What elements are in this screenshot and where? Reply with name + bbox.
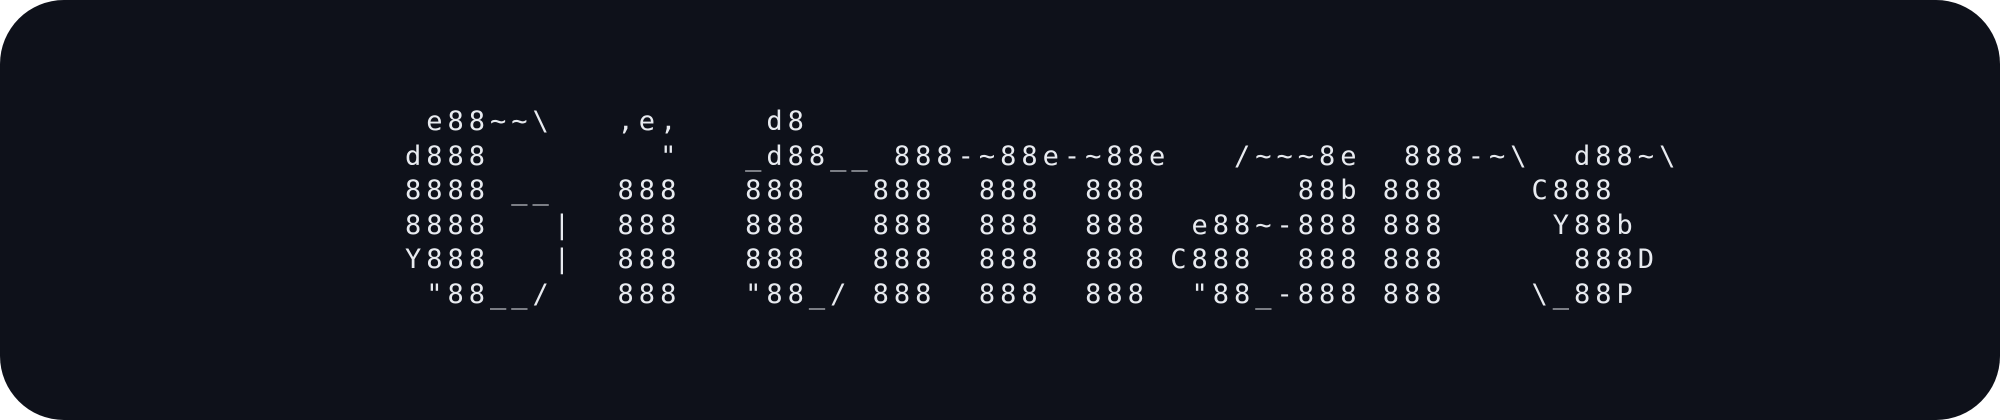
ascii-art-logo: e88~~\ ,e, d8 d888 " _d88__ 888-~88e-~88… [405,106,1681,310]
ascii-banner: e88~~\ ,e, d8 d888 " _d88__ 888-~88e-~88… [0,0,2000,420]
